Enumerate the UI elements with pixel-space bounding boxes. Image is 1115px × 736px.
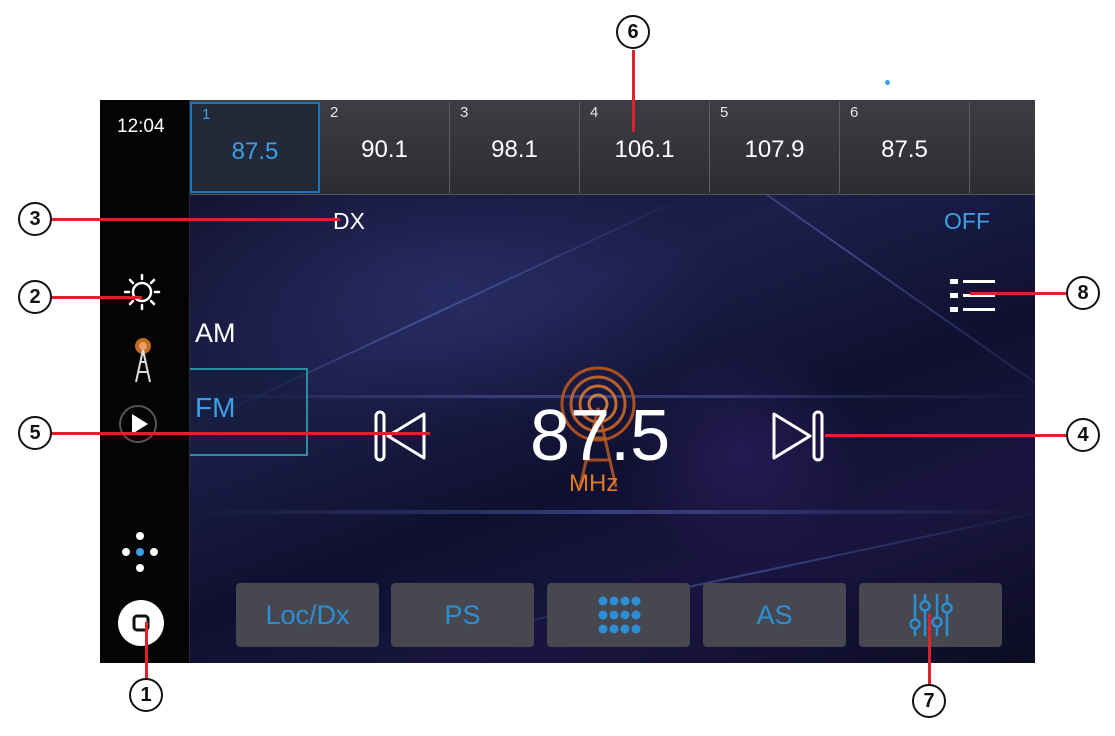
- list-icon[interactable]: [948, 276, 998, 316]
- preset-number: 1: [202, 106, 211, 123]
- callout-line-2: [50, 296, 142, 299]
- play-icon[interactable]: [118, 402, 162, 446]
- callout-3: 3: [18, 202, 52, 236]
- callout-line-5: [50, 432, 430, 435]
- loc-dx-label: Loc/Dx: [265, 599, 350, 630]
- preset-frequency: 107.9: [744, 136, 805, 163]
- preset-frequency: 87.5: [231, 138, 279, 165]
- callout-line-8: [970, 292, 1070, 295]
- keypad-grid-icon: [598, 596, 640, 634]
- preset-3[interactable]: 3 98.1: [450, 102, 580, 193]
- off-indicator: OFF: [944, 208, 990, 234]
- preset-6[interactable]: 6 87.5: [840, 102, 970, 193]
- callout-line-1: [145, 622, 148, 680]
- frequency-unit: MHz: [569, 470, 619, 497]
- loc-dx-button[interactable]: Loc/Dx: [236, 583, 379, 647]
- callout-4: 4: [1066, 418, 1100, 452]
- radio-tower-icon[interactable]: [128, 336, 158, 386]
- apps-dots-icon[interactable]: [118, 530, 162, 578]
- brightness-icon[interactable]: [122, 272, 162, 312]
- callout-2: 2: [18, 280, 52, 314]
- callout-8: 8: [1066, 276, 1100, 310]
- home-button[interactable]: [115, 597, 167, 649]
- callout-line-4: [825, 434, 1070, 437]
- preset-4[interactable]: 4 106.1: [580, 102, 710, 193]
- dx-indicator: DX: [333, 208, 365, 234]
- band-fm-label: FM: [195, 392, 236, 423]
- as-button[interactable]: AS: [703, 583, 846, 647]
- ps-label: PS: [444, 599, 481, 630]
- band-fm-button[interactable]: FM: [190, 368, 308, 456]
- preset-number: 3: [460, 104, 469, 121]
- seek-next-icon[interactable]: [770, 408, 826, 464]
- preset-frequency: 90.1: [361, 136, 408, 163]
- band-am-button[interactable]: AM: [195, 318, 236, 349]
- callout-line-6: [632, 50, 635, 132]
- preset-number: 6: [850, 104, 859, 121]
- current-frequency: 87.5: [530, 396, 671, 476]
- preset-bar: 1 87.5 2 90.1 3 98.1 4 106.1 5 107.9 6 8…: [190, 100, 1035, 195]
- preset-frequency: 106.1: [614, 136, 675, 163]
- callout-5: 5: [18, 416, 52, 450]
- preset-frequency: 98.1: [491, 136, 538, 163]
- callout-line-3: [50, 218, 340, 221]
- as-label: AS: [756, 599, 793, 630]
- callout-1: 1: [129, 678, 163, 712]
- callout-6: 6: [616, 15, 650, 49]
- callout-7: 7: [912, 684, 946, 718]
- callout-line-7: [928, 614, 931, 686]
- preset-2[interactable]: 2 90.1: [320, 102, 450, 193]
- preset-number: 4: [590, 104, 599, 121]
- preset-number: 5: [720, 104, 729, 121]
- seek-previous-icon[interactable]: [372, 408, 428, 464]
- preset-number: 2: [330, 104, 339, 121]
- preset-1[interactable]: 1 87.5: [190, 102, 320, 193]
- preset-page-dots: [885, 80, 912, 85]
- keypad-button[interactable]: [547, 583, 690, 647]
- preset-5[interactable]: 5 107.9: [710, 102, 840, 193]
- preset-frequency: 87.5: [881, 136, 928, 163]
- ps-button[interactable]: PS: [391, 583, 534, 647]
- clock: 12:04: [117, 116, 165, 137]
